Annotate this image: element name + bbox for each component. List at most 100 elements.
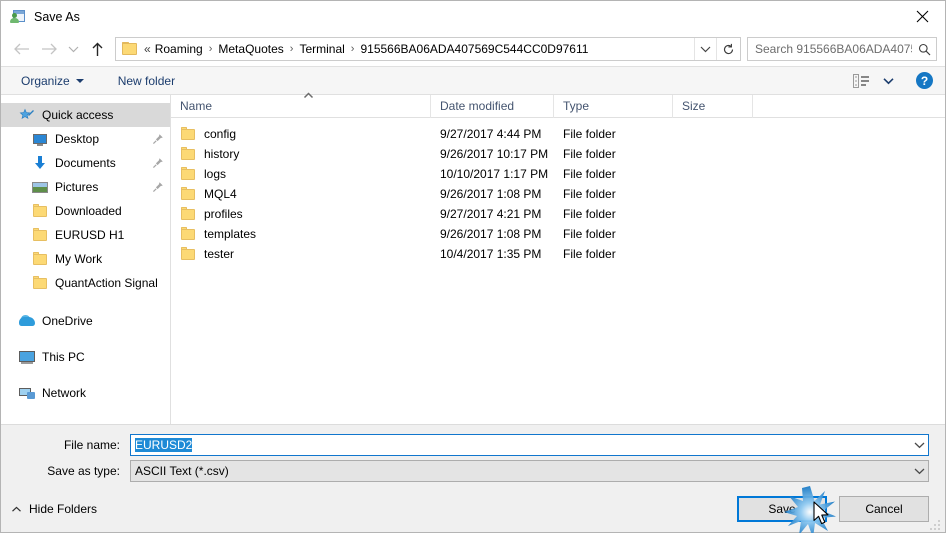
breadcrumb-overflow[interactable]: « bbox=[144, 42, 154, 56]
breadcrumb: « Roaming › MetaQuotes › Terminal › 9155… bbox=[144, 42, 694, 56]
organize-label: Organize bbox=[21, 73, 70, 88]
title-bar: Save As bbox=[1, 1, 945, 32]
cancel-button[interactable]: Cancel bbox=[839, 496, 929, 522]
onedrive-icon bbox=[19, 313, 35, 329]
address-dropdown-button[interactable] bbox=[694, 38, 716, 60]
chevron-down-icon bbox=[75, 78, 84, 83]
address-bar[interactable]: « Roaming › MetaQuotes › Terminal › 9155… bbox=[115, 37, 741, 61]
column-header-type[interactable]: Type bbox=[554, 94, 673, 118]
search-icon bbox=[912, 38, 936, 60]
folder-icon bbox=[180, 186, 196, 202]
sidebar-item-pictures[interactable]: Pictures bbox=[1, 175, 170, 199]
sidebar-item-onedrive[interactable]: OneDrive bbox=[1, 309, 170, 333]
file-date-modified: 9/27/2017 4:21 PM bbox=[440, 207, 542, 221]
save-as-type-dropdown-button[interactable] bbox=[911, 461, 928, 481]
sidebar-item-downloaded[interactable]: Downloaded bbox=[1, 199, 170, 223]
sidebar-item-quick-access[interactable]: Quick access bbox=[1, 103, 170, 127]
sidebar-item-quantaction-signal[interactable]: QuantAction Signal bbox=[1, 271, 170, 295]
sidebar-item-label: My Work bbox=[55, 252, 103, 266]
table-row[interactable]: logs 10/10/2017 1:17 PM File folder bbox=[171, 164, 945, 184]
file-date-modified: 9/26/2017 10:17 PM bbox=[440, 147, 549, 161]
up-one-level-button[interactable] bbox=[83, 35, 111, 63]
file-type: File folder bbox=[563, 187, 616, 201]
file-name-dropdown-button[interactable] bbox=[911, 435, 928, 455]
file-type: File folder bbox=[563, 147, 616, 161]
breadcrumb-separator-icon[interactable]: › bbox=[346, 43, 360, 55]
navigation-pane: Quick access Desktop Documents Pictures … bbox=[1, 95, 171, 424]
breadcrumb-item-metaquotes[interactable]: MetaQuotes bbox=[217, 42, 284, 56]
help-button[interactable]: ? bbox=[916, 72, 933, 89]
breadcrumb-item-terminal-id[interactable]: 915566BA06ADA407569C544CC0D97611 bbox=[359, 42, 589, 56]
hide-folders-button[interactable]: Hide Folders bbox=[11, 502, 97, 516]
file-list: config 9/27/2017 4:44 PM File folder his… bbox=[171, 118, 945, 424]
sidebar-item-label: EURUSD H1 bbox=[55, 228, 125, 242]
sidebar-item-my-work[interactable]: My Work bbox=[1, 247, 170, 271]
breadcrumb-separator-icon[interactable]: › bbox=[204, 43, 218, 55]
cancel-label: Cancel bbox=[865, 502, 903, 516]
save-as-type-label: Save as type: bbox=[47, 464, 120, 478]
table-row[interactable]: templates 9/26/2017 1:08 PM File folder bbox=[171, 224, 945, 244]
folder-icon bbox=[180, 226, 196, 242]
close-button[interactable] bbox=[899, 1, 945, 32]
table-row[interactable]: tester 10/4/2017 1:35 PM File folder bbox=[171, 244, 945, 264]
breadcrumb-separator-icon[interactable]: › bbox=[285, 43, 299, 55]
table-row[interactable]: config 9/27/2017 4:44 PM File folder bbox=[171, 124, 945, 144]
pin-icon[interactable] bbox=[152, 157, 164, 169]
sidebar-item-label: Pictures bbox=[55, 180, 99, 194]
folder-icon bbox=[180, 206, 196, 222]
file-date-modified: 9/26/2017 1:08 PM bbox=[440, 187, 542, 201]
table-row[interactable]: profiles 9/27/2017 4:21 PM File folder bbox=[171, 204, 945, 224]
file-type: File folder bbox=[563, 167, 616, 181]
column-header-row: Name Date modified Type Size bbox=[171, 92, 945, 118]
pin-icon[interactable] bbox=[152, 181, 164, 193]
breadcrumb-item-roaming[interactable]: Roaming bbox=[154, 42, 204, 56]
hide-folders-label: Hide Folders bbox=[29, 502, 98, 516]
refresh-icon bbox=[723, 43, 734, 54]
save-as-type-value: ASCII Text (*.csv) bbox=[135, 464, 229, 478]
column-header-size[interactable]: Size bbox=[673, 94, 753, 118]
save-as-type-select[interactable]: ASCII Text (*.csv) bbox=[130, 460, 929, 482]
sidebar-item-documents[interactable]: Documents bbox=[1, 151, 170, 175]
file-name: logs bbox=[204, 167, 227, 181]
sidebar-item-network[interactable]: Network bbox=[1, 381, 170, 405]
view-layout-icon bbox=[853, 73, 869, 88]
breadcrumb-item-terminal[interactable]: Terminal bbox=[298, 42, 345, 56]
file-name-input[interactable]: EURUSD2 bbox=[130, 434, 929, 456]
this-pc-icon bbox=[19, 349, 35, 365]
network-icon bbox=[19, 385, 35, 401]
window-title: Save As bbox=[34, 9, 80, 24]
forward-button[interactable] bbox=[35, 35, 63, 63]
recent-locations-button[interactable] bbox=[63, 35, 83, 63]
close-icon bbox=[916, 10, 928, 23]
sidebar-item-eurusd-h1[interactable]: EURUSD H1 bbox=[1, 223, 170, 247]
sidebar-item-desktop[interactable]: Desktop bbox=[1, 127, 170, 151]
table-row[interactable]: history 9/26/2017 10:17 PM File folder bbox=[171, 144, 945, 164]
sidebar-item-this-pc[interactable]: This PC bbox=[1, 345, 170, 369]
sort-ascending-icon bbox=[302, 88, 314, 102]
table-row[interactable]: MQL4 9/26/2017 1:08 PM File folder bbox=[171, 184, 945, 204]
download-arrow-icon bbox=[32, 155, 48, 171]
file-type: File folder bbox=[563, 127, 616, 141]
column-header-date-modified[interactable]: Date modified bbox=[431, 94, 554, 118]
sidebar-item-label: Documents bbox=[55, 156, 116, 170]
folder-icon bbox=[180, 146, 196, 162]
column-header-name[interactable]: Name bbox=[171, 94, 431, 118]
pin-icon[interactable] bbox=[152, 133, 164, 145]
refresh-button[interactable] bbox=[716, 38, 740, 60]
organize-button[interactable]: Organize bbox=[15, 71, 90, 91]
change-view-button[interactable] bbox=[849, 72, 898, 90]
new-folder-button[interactable]: New folder bbox=[112, 71, 181, 91]
save-button[interactable]: Save bbox=[737, 496, 827, 522]
file-name-value[interactable]: EURUSD2 bbox=[135, 438, 193, 452]
new-folder-label: New folder bbox=[117, 73, 176, 88]
dialog-footer: Hide Folders Save Cancel bbox=[1, 486, 945, 532]
sidebar-item-label: Network bbox=[42, 386, 87, 400]
search-box[interactable]: Search 915566BA06ADA40756... bbox=[747, 37, 937, 61]
resize-grip[interactable] bbox=[930, 518, 942, 530]
back-button[interactable] bbox=[7, 35, 35, 63]
folder-icon bbox=[32, 227, 48, 243]
search-input[interactable]: Search 915566BA06ADA40756... bbox=[748, 42, 912, 56]
file-type: File folder bbox=[563, 207, 616, 221]
